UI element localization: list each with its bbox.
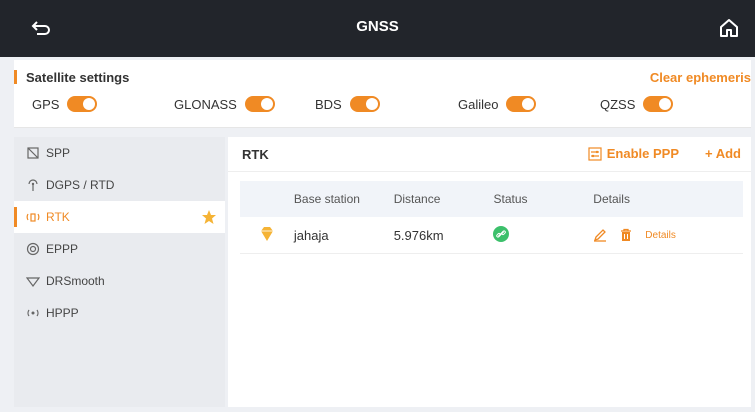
top-bar: GNSS [0,0,755,57]
system-label: GPS [32,96,60,112]
delete-icon[interactable] [619,228,633,242]
system-label: Galileo [458,96,499,112]
distance-value: 5.976km [393,227,444,243]
sidebar-item-eppp[interactable]: EPPP [14,233,225,265]
rtk-signal-icon [26,210,40,224]
eppp-icon [26,242,40,256]
sidebar-item-label: EPPP [46,242,79,256]
bds-toggle[interactable] [349,96,380,112]
glonass-toggle[interactable] [244,96,275,112]
satellite-settings-panel: Satellite settings Clear ephemeris GPS G… [14,60,751,128]
system-label: QZSS [600,96,636,112]
gps-toggle[interactable] [67,96,98,112]
panel-title: RTK [242,147,269,162]
column-header: Status [493,192,528,206]
drsmooth-icon [26,274,40,288]
sidebar-item-dgps-rtd[interactable]: DGPS / RTD [14,169,225,201]
base-station-name: jahaja [293,227,329,243]
sidebar-item-label: SPP [46,146,71,160]
sidebar-item-spp[interactable]: SPP [14,137,225,169]
page-title: GNSS [356,18,399,35]
sidebar-item-drsmooth[interactable]: DRSmooth [14,265,225,297]
base-station-table: Base station Distance Status Details jah… [240,181,743,254]
sidebar-item-label: DGPS / RTD [46,178,115,192]
ppp-toggle-icon [588,146,602,161]
main-panel: RTK Enable PPP + Add Base station Distan… [228,137,751,407]
system-bds: BDS [315,96,380,112]
sidebar-item-rtk[interactable]: RTK [14,201,225,233]
table-row[interactable]: jahaja 5.976km Details [240,217,743,254]
details-link[interactable]: Details [645,230,676,241]
satellite-icon [26,146,40,160]
sidebar-item-label: DRSmooth [46,274,105,288]
system-qzss: QZSS [600,96,674,112]
star-icon[interactable] [201,209,217,225]
column-header: Distance [393,192,441,206]
system-label: BDS [315,96,342,112]
enable-ppp-button[interactable]: Enable PPP [588,146,679,161]
system-label: GLONASS [174,96,237,112]
galileo-toggle[interactable] [506,96,537,112]
home-icon[interactable] [717,16,741,40]
system-galileo: Galileo [458,96,537,112]
add-button[interactable]: + Add [705,146,741,161]
clear-ephemeris-button[interactable]: Clear ephemeris [650,70,751,85]
sidebar: SPP DGPS / RTD RTK EPPP DRSmooth HPPP [14,137,225,407]
enable-ppp-label: Enable PPP [606,146,679,161]
column-header: Details [593,192,630,206]
qzss-toggle[interactable] [643,96,674,112]
sidebar-item-hppp[interactable]: HPPP [14,297,225,329]
sidebar-item-label: HPPP [46,306,79,320]
table-header: Base station Distance Status Details [240,181,743,217]
antenna-icon [26,178,40,192]
edit-icon[interactable] [593,228,607,242]
main-header: RTK Enable PPP + Add [228,137,751,172]
status-link-icon [493,225,510,242]
system-glonass: GLONASS [174,96,275,112]
system-gps: GPS [32,96,98,112]
column-header: Base station [293,192,360,206]
satellite-settings-title: Satellite settings [26,70,130,85]
diamond-icon [260,226,273,241]
hppp-icon [26,306,40,320]
sidebar-item-label: RTK [46,210,70,224]
